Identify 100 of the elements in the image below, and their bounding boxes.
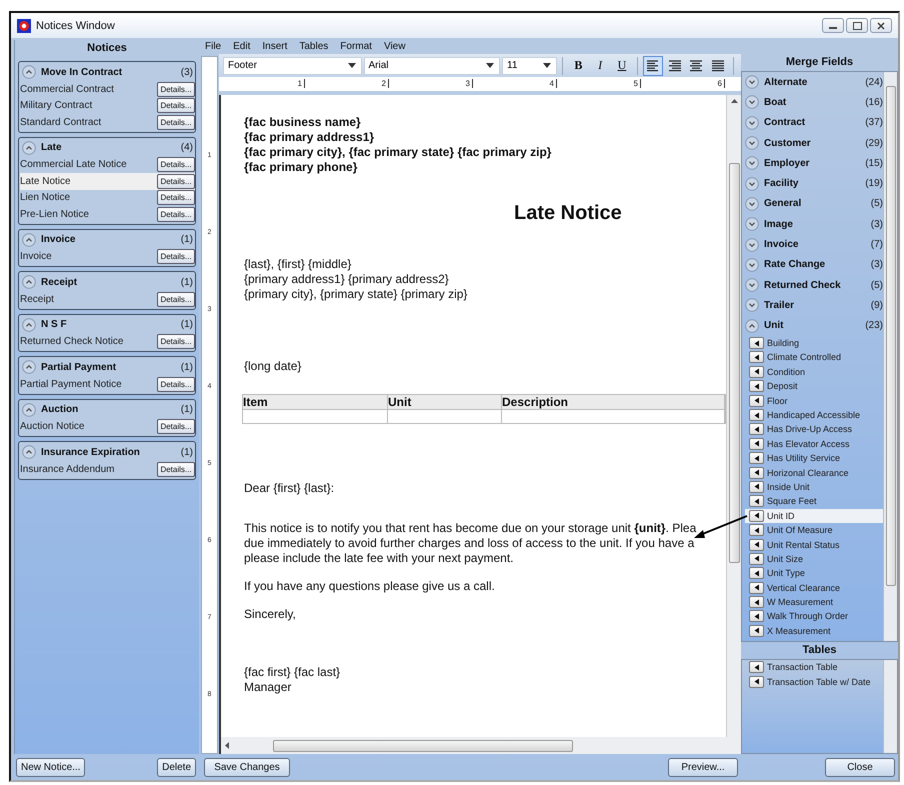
insert-arrow-button[interactable] (749, 661, 764, 674)
preview-button[interactable]: Preview... (668, 758, 738, 776)
menu-item[interactable]: View (384, 40, 406, 52)
notice-item[interactable]: Lien Notice Details... (20, 190, 195, 206)
merge-field-item[interactable]: Climate Controlled (745, 350, 883, 365)
details-button[interactable]: Details... (157, 462, 195, 477)
details-button[interactable]: Details... (157, 82, 195, 97)
vertical-scrollbar[interactable] (883, 72, 897, 641)
insert-arrow-button[interactable] (749, 624, 764, 637)
expand-icon[interactable] (745, 156, 759, 170)
notice-item[interactable]: Insurance Addendum Details... (20, 461, 195, 478)
insert-arrow-button[interactable] (749, 676, 764, 688)
table-item[interactable]: Transaction Table (745, 660, 883, 674)
details-button[interactable]: Details... (157, 157, 195, 172)
expand-icon[interactable] (745, 298, 759, 312)
merge-field-item[interactable]: Has Elevator Access (745, 436, 883, 451)
insert-arrow-button[interactable] (749, 524, 764, 536)
expand-icon[interactable] (745, 176, 759, 191)
details-button[interactable]: Details... (157, 114, 195, 130)
notice-item[interactable]: Commercial Late Notice Details... (20, 156, 195, 173)
merge-field-item[interactable]: Building (745, 336, 883, 350)
italic-button[interactable]: I (590, 56, 610, 76)
details-button[interactable]: Details... (157, 419, 195, 434)
insert-arrow-button[interactable] (749, 466, 764, 479)
insert-arrow-button[interactable] (749, 582, 764, 594)
insert-arrow-button[interactable] (749, 366, 764, 378)
expand-icon[interactable] (745, 238, 759, 252)
merge-field-item[interactable]: W Measurement (745, 594, 883, 610)
merge-field-item[interactable]: Condition (745, 364, 883, 380)
collapse-icon[interactable] (22, 360, 36, 374)
expand-icon[interactable] (745, 196, 759, 211)
insert-arrow-button[interactable] (749, 480, 764, 493)
merge-field-item[interactable]: Deposit (745, 379, 883, 394)
expand-icon[interactable] (745, 116, 759, 130)
save-button[interactable]: Save Changes (204, 758, 290, 776)
maximize-button[interactable] (846, 18, 868, 33)
new-notice-button[interactable]: New Notice... (16, 758, 86, 776)
expand-icon[interactable] (745, 136, 759, 150)
insert-arrow-button[interactable] (749, 495, 764, 508)
merge-field-item[interactable]: Floor (745, 393, 883, 408)
expand-icon[interactable] (745, 75, 759, 90)
collapse-icon[interactable] (22, 275, 36, 289)
details-button[interactable]: Details... (157, 334, 195, 350)
merge-field-item[interactable]: Has Utility Service (745, 450, 883, 466)
insert-arrow-button[interactable] (749, 596, 764, 608)
merge-field-item[interactable]: Walk Through Order (745, 609, 883, 624)
merge-field-item[interactable]: Unit Size (745, 552, 883, 566)
close-window-button[interactable]: Close (825, 758, 895, 776)
notice-item[interactable]: Returned Check Notice Details... (20, 334, 195, 350)
merge-field-item[interactable]: Unit Type (745, 566, 883, 580)
menu-item[interactable]: Format (340, 40, 372, 52)
bold-button[interactable]: B (568, 56, 588, 76)
collapse-icon[interactable] (22, 232, 36, 246)
expand-icon[interactable] (745, 278, 759, 292)
insert-arrow-button[interactable] (749, 452, 764, 464)
table-item[interactable]: Transaction Table w/ Date (745, 674, 883, 689)
collapse-icon[interactable] (22, 318, 36, 332)
merge-field-item[interactable]: Vertical Clearance (745, 580, 883, 595)
scroll-left-icon[interactable] (225, 742, 229, 749)
merge-field-item[interactable]: Handicaped Accessible (745, 408, 883, 422)
font-dropdown[interactable]: Arial (364, 56, 500, 74)
notice-item[interactable]: Standard Contract Details... (20, 114, 195, 130)
scrollbar-thumb[interactable] (728, 163, 740, 563)
details-button[interactable]: Details... (157, 174, 195, 189)
insert-arrow-button[interactable] (749, 610, 764, 622)
notice-item[interactable]: Late Notice Details... (20, 173, 195, 190)
insert-arrow-button[interactable] (749, 552, 764, 565)
notice-item[interactable]: Commercial Contract Details... (20, 81, 195, 98)
merge-field-item[interactable]: Has Drive-Up Access (745, 422, 883, 437)
menu-item[interactable]: Edit (233, 40, 250, 52)
vertical-scrollbar[interactable] (883, 660, 897, 753)
notice-item[interactable]: Pre-Lien Notice Details... (20, 206, 195, 222)
menu-item[interactable]: Tables (299, 40, 328, 52)
notice-item[interactable]: Military Contract Details... (20, 98, 195, 114)
vertical-scrollbar[interactable] (726, 95, 741, 737)
dropdown-caret-icon[interactable] (543, 63, 552, 68)
notice-item[interactable]: Invoice Details... (20, 248, 195, 265)
insert-arrow-button[interactable] (749, 351, 764, 364)
merge-field-item[interactable]: Inside Unit (745, 480, 883, 494)
minimize-button[interactable] (822, 18, 844, 33)
collapse-icon[interactable] (22, 140, 36, 154)
insert-arrow-button[interactable] (749, 567, 764, 580)
details-button[interactable]: Details... (157, 98, 195, 114)
insert-arrow-button[interactable] (749, 538, 764, 551)
merge-field-item[interactable]: Square Feet (745, 494, 883, 509)
notice-item[interactable]: Receipt Details... (20, 291, 195, 308)
merge-field-item[interactable]: Horizonal Clearance (745, 465, 883, 480)
underline-button[interactable]: U (612, 56, 632, 76)
delete-button[interactable]: Delete (157, 758, 196, 776)
scrollbar-thumb[interactable] (886, 86, 896, 586)
expand-icon[interactable] (745, 217, 759, 232)
insert-arrow-button[interactable] (749, 337, 764, 350)
horizontal-scrollbar[interactable] (221, 737, 726, 754)
merge-field-item[interactable]: X Measurement (745, 624, 883, 638)
notice-item[interactable]: Partial Payment Notice Details... (20, 376, 195, 392)
details-button[interactable]: Details... (157, 249, 195, 264)
menu-item[interactable]: File (205, 40, 222, 52)
collapse-icon[interactable] (22, 402, 36, 416)
merge-field-item[interactable]: Unit Rental Status (745, 537, 883, 552)
details-button[interactable]: Details... (157, 190, 195, 206)
